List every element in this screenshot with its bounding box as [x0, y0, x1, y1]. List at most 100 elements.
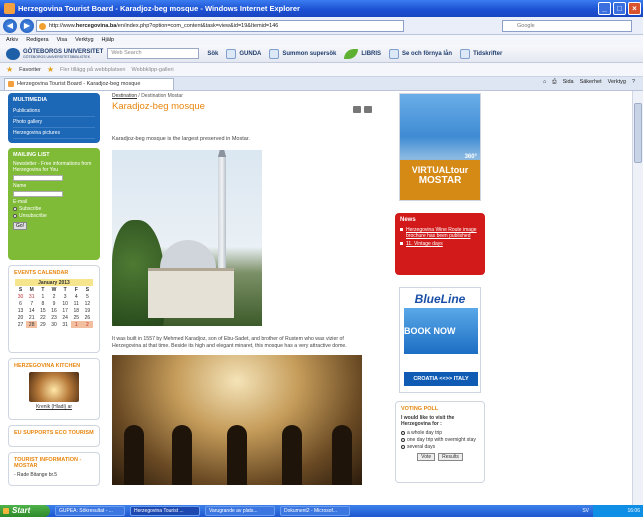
- summon-icon: [269, 48, 280, 59]
- minimize-button[interactable]: _: [598, 2, 611, 15]
- libris-icon: [344, 48, 359, 59]
- poll-option-3[interactable]: several days: [401, 444, 479, 450]
- sok-button[interactable]: Sök: [207, 51, 218, 57]
- results-button[interactable]: Results: [438, 453, 463, 461]
- poll-question: I would like to visit the Herzegovina fo…: [401, 415, 455, 427]
- poll-title: VOTING POLL: [401, 406, 439, 412]
- route-text: CROATIA <<>> ITALY: [404, 372, 478, 386]
- vote-button[interactable]: Vote: [417, 453, 436, 461]
- go-button[interactable]: Go!: [13, 222, 28, 230]
- page-viewport: MULTIMEDIA Publications Photo gallery He…: [0, 91, 632, 505]
- gu-logo[interactable]: GÖTEBORGS UNIVERSITET GÖTEBORGS UNIVERSIT…: [6, 47, 103, 60]
- star-icon: ★: [6, 65, 14, 74]
- blueline-banner[interactable]: BlueLine BOOK NOW CROATIA <<>> ITALY: [399, 287, 481, 393]
- ie-icon: [4, 3, 15, 14]
- fornya-button[interactable]: Se och förnya lån: [389, 48, 452, 59]
- virtual-tour-banner[interactable]: VIRTUALtour MOSTAR 360°: [399, 93, 481, 201]
- mailing-field-1[interactable]: [13, 175, 63, 181]
- mosque-interior-photo: [112, 355, 362, 485]
- vertical-scrollbar[interactable]: [632, 91, 643, 505]
- close-button[interactable]: ×: [628, 2, 641, 15]
- url-input[interactable]: http://www.hercegovina.ba/en/index.php?o…: [36, 20, 404, 32]
- page-title: Karadjoz-beg mosque: [112, 101, 205, 112]
- menu-hjalp[interactable]: Hjälp: [102, 37, 115, 43]
- kitchen-image[interactable]: [29, 372, 79, 402]
- scroll-thumb[interactable]: [634, 103, 642, 163]
- radio-icon: [401, 445, 405, 449]
- system-tray: 16:06: [593, 505, 643, 517]
- events-title: EVENTS CALENDAR: [14, 270, 69, 276]
- calendar-month: January 2013: [15, 279, 93, 286]
- start-button[interactable]: Start: [0, 505, 50, 517]
- article-tools: [353, 106, 372, 113]
- multimedia-title: MULTIMEDIA: [13, 97, 48, 103]
- address-bar: ◀ ▶ http://www.hercegovina.ba/en/index.p…: [0, 17, 643, 35]
- menu-verktyg[interactable]: Verktyg: [75, 37, 93, 43]
- name-field[interactable]: [13, 191, 63, 197]
- left-column: MULTIMEDIA Publications Photo gallery He…: [8, 93, 100, 491]
- menu-redigera[interactable]: Redigera: [26, 37, 48, 43]
- link-publications[interactable]: Publications: [13, 106, 95, 117]
- favorites-button[interactable]: Favoriter: [19, 67, 41, 73]
- print-icon[interactable]: ⎙: [552, 79, 556, 86]
- email-icon[interactable]: [364, 106, 372, 113]
- summon-button[interactable]: Summon supersök: [269, 48, 336, 59]
- radio-icon: [13, 214, 17, 218]
- email-label: E-mail: [13, 199, 28, 205]
- mailing-desc: Newsletter - Free informations from Herz…: [13, 161, 92, 173]
- search-input[interactable]: Google: [502, 20, 632, 32]
- news-item[interactable]: Herzegovina Wine Route image brochure ha…: [400, 227, 480, 239]
- virtual-tour-deg: 360°: [464, 154, 477, 160]
- book-now-text: BOOK NOW: [404, 326, 456, 336]
- help-icon[interactable]: ?: [632, 79, 635, 86]
- news-item[interactable]: 11. Vintage days: [400, 241, 480, 247]
- breadcrumb-destination[interactable]: Destination: [112, 93, 137, 99]
- breadcrumb-mostar: Destination Mostar: [141, 93, 183, 99]
- virtual-tour-line2: MOSTAR: [418, 175, 462, 186]
- tab-herzegovina[interactable]: Herzegovina Tourist Board - Karadjoz-beg…: [4, 77, 174, 90]
- fav-item-webslice[interactable]: Webbklipp-galleri: [131, 67, 173, 73]
- back-button[interactable]: ◀: [3, 18, 17, 33]
- task-herzegovina[interactable]: Herzegovina Tourist ...: [130, 506, 200, 516]
- forward-button[interactable]: ▶: [20, 18, 34, 33]
- menu-arkiv[interactable]: Arkiv: [6, 37, 18, 43]
- task-dokument[interactable]: Dokument2 - Microsof...: [280, 506, 350, 516]
- gunda-button[interactable]: GUNDA: [226, 48, 261, 59]
- libris-button[interactable]: LIBRIS: [344, 48, 381, 59]
- eu-title: EU SUPPORTS ECO TOURISM: [14, 430, 94, 436]
- fornya-icon: [389, 48, 400, 59]
- cmd-verktyg[interactable]: Verktyg: [608, 79, 626, 86]
- task-gupea[interactable]: GUPEA: Sökresultat - ...: [55, 506, 125, 516]
- kitchen-caption[interactable]: Krenik (Hladi) ar: [14, 404, 94, 410]
- mailing-title: MAILING LIST: [13, 152, 50, 158]
- task-varugrande[interactable]: Varugrande av plats...: [205, 506, 275, 516]
- clock: 16:06: [627, 508, 640, 514]
- cmd-sida[interactable]: Sida: [563, 79, 574, 86]
- home-icon[interactable]: ⌂: [543, 79, 546, 86]
- breadcrumb: Destination / Destination Mostar: [112, 93, 183, 99]
- kitchen-box: HERZEGOVINA KITCHEN Krenik (Hladi) ar: [8, 358, 100, 420]
- info-box: TOURIST INFORMATION - MOSTAR - Rade Bita…: [8, 452, 100, 486]
- print-icon[interactable]: [353, 106, 361, 113]
- link-photo-gallery[interactable]: Photo gallery: [13, 117, 95, 128]
- cmd-sakerhet[interactable]: Säkerhet: [580, 79, 602, 86]
- toolbar-search-input[interactable]: Web Search: [107, 48, 200, 59]
- mosque-exterior-photo: [112, 150, 262, 326]
- subscribe-radio[interactable]: Subscribe: [13, 206, 95, 212]
- news-box: News Herzegovina Wine Route image brochu…: [395, 213, 485, 275]
- favorites-bar: ★ Favoriter ★ Fler tillägg på webbplatse…: [0, 63, 643, 77]
- poll-option-2[interactable]: one day trip with overnight stay: [401, 437, 479, 443]
- fav-item-addons[interactable]: Fler tillägg på webbplatsen: [60, 67, 125, 73]
- link-herzegovina-pictures[interactable]: Herzegovina pictures: [13, 128, 95, 139]
- menu-visa[interactable]: Visa: [57, 37, 68, 43]
- tidskrifter-button[interactable]: Tidskrifter: [460, 48, 502, 59]
- unsubscribe-radio[interactable]: Unsubscribe: [13, 213, 95, 219]
- language-indicator[interactable]: SV: [582, 505, 589, 517]
- maximize-button[interactable]: □: [613, 2, 626, 15]
- events-box: EVENTS CALENDAR January 2013 SMTWTFS 30 3…: [8, 265, 100, 353]
- poll-option-1[interactable]: a whole day trip: [401, 430, 479, 436]
- main-content: Destination / Destination Mostar Karadjo…: [112, 93, 372, 485]
- eu-box: EU SUPPORTS ECO TOURISM: [8, 425, 100, 447]
- add-favorite-icon[interactable]: ★: [47, 65, 54, 74]
- info-title: TOURIST INFORMATION - MOSTAR: [14, 457, 82, 469]
